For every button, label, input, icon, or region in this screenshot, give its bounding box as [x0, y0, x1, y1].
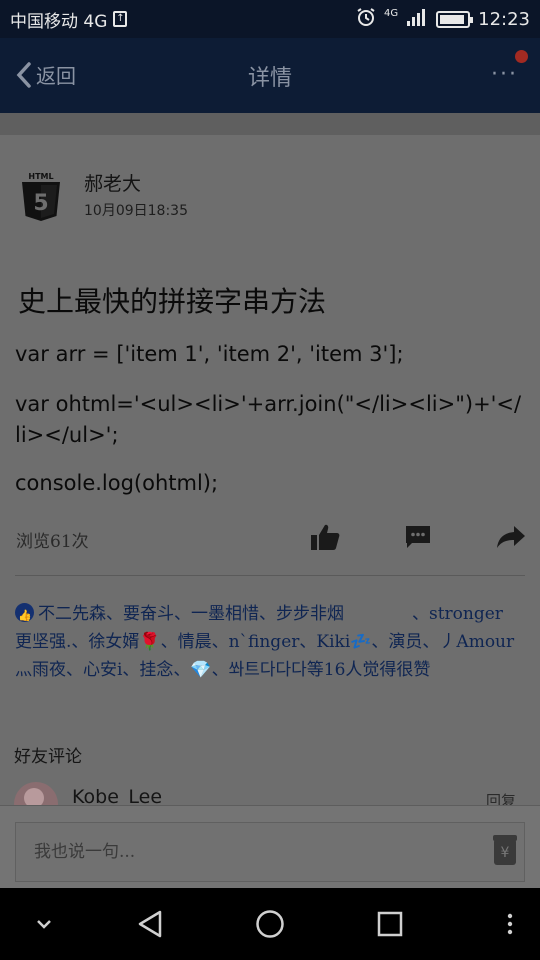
nav-back-button[interactable] [125, 888, 175, 960]
more-menu-icon[interactable]: ··· [491, 64, 518, 86]
menu-dots-icon [507, 913, 513, 935]
chevron-down-icon [37, 920, 51, 929]
comment-input-box: ¥ [15, 822, 525, 882]
battery-icon [436, 10, 474, 28]
recents-square-icon [377, 911, 403, 937]
likes-text: 不二先森、要奋斗、一墨相惜、步步非烟 、stronger 更坚强.、徐女婿🌹、情… [15, 604, 515, 680]
back-triangle-icon [138, 910, 162, 938]
share-button[interactable] [494, 520, 528, 554]
nav-menu-button[interactable] [495, 888, 525, 960]
signal-icon [406, 8, 428, 31]
post-body-line: var ohtml='<ul><li>'+arr.join("</li><li>… [15, 392, 522, 447]
alarm-icon [356, 7, 376, 32]
svg-text:5: 5 [33, 191, 48, 216]
hide-keyboard-button[interactable] [24, 888, 64, 960]
page-title: 详情 [247, 66, 292, 91]
nav-recents-button[interactable] [365, 888, 415, 960]
thumbs-up-icon [311, 524, 340, 550]
clock: 12:23 [478, 8, 530, 30]
notification-dot [515, 50, 528, 63]
upload-icon: ↑ [113, 11, 128, 27]
reward-icon[interactable]: ¥ [493, 835, 517, 865]
like-button[interactable] [308, 520, 342, 554]
html5-logo-icon[interactable]: HTML 5 [20, 170, 62, 222]
status-bar: 中国移动 4G ↑ 4G 12:23 [0, 0, 540, 38]
author-name[interactable]: 郝老大 [84, 169, 141, 196]
home-circle-icon [256, 910, 284, 938]
post-card: HTML 5 郝老大 10月09日18:35 史上最快的拼接字串方法 var a… [0, 135, 540, 826]
comment-icon [406, 526, 430, 548]
comment-input-bar: ¥ [0, 805, 540, 888]
post-body-line: var arr = ['item 1', 'item 2', 'item 3']… [15, 342, 404, 366]
post-title: 史上最快的拼接字串方法 [18, 285, 327, 318]
post-date: 10月09日18:35 [84, 203, 188, 219]
view-count: 浏览61次 [16, 532, 89, 552]
carrier-label: 中国移动 4G [10, 11, 108, 32]
like-badge-icon [15, 602, 34, 630]
comment-input[interactable] [16, 823, 476, 881]
share-icon [497, 526, 525, 548]
network-label: 4G [384, 7, 399, 19]
section-gap [0, 113, 540, 135]
comment-button[interactable] [401, 520, 435, 554]
nav-home-button[interactable] [245, 888, 295, 960]
svg-text:HTML: HTML [28, 172, 53, 181]
comments-title: 好友评论 [14, 747, 82, 767]
app-header: 返回 详情 ··· [0, 38, 540, 113]
system-nav-bar [0, 888, 540, 960]
post-body-line: console.log(ohtml); [15, 471, 219, 495]
likes-list[interactable]: 不二先森、要奋斗、一墨相惜、步步非烟 、stronger 更坚强.、徐女婿🌹、情… [15, 600, 525, 684]
divider [15, 575, 525, 576]
